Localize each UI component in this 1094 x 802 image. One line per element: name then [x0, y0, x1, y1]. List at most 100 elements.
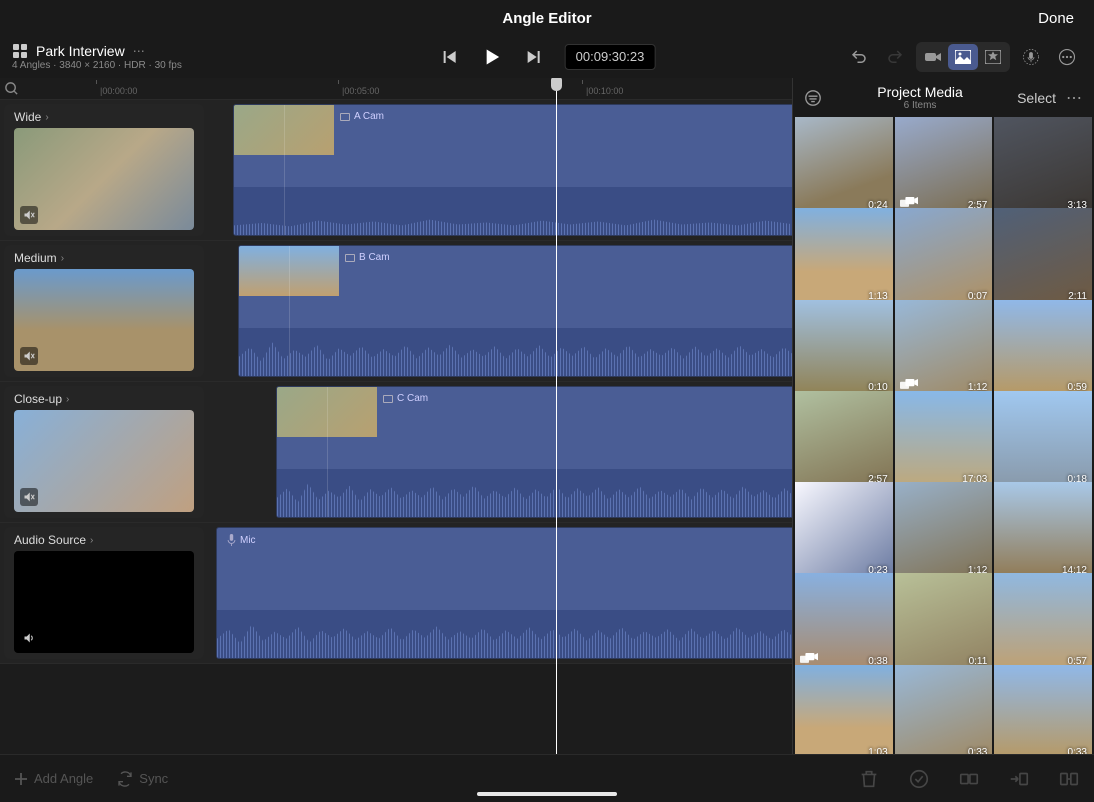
- redo-button[interactable]: [880, 44, 910, 70]
- ruler-mark: |00:05:00: [338, 78, 379, 99]
- waveform: [234, 187, 792, 235]
- overwrite-clip-icon[interactable]: [1058, 768, 1080, 790]
- angle-thumbnail: [14, 269, 194, 371]
- done-button[interactable]: Done: [1038, 10, 1074, 27]
- photo-view-button[interactable]: [948, 44, 978, 70]
- media-item[interactable]: 1:12: [895, 482, 993, 580]
- clip[interactable]: C Cam: [276, 386, 792, 518]
- angle-track[interactable]: A Cam: [208, 100, 792, 240]
- window-title: Angle Editor: [502, 10, 591, 27]
- project-info: Park Interview ⋯ 4 Angles · 3840 × 2160 …: [12, 43, 182, 71]
- camera-view-button[interactable]: [918, 44, 948, 70]
- angle-name[interactable]: Close-up ›: [14, 392, 194, 406]
- mute-icon[interactable]: [20, 488, 38, 506]
- media-item[interactable]: 0:24: [795, 117, 893, 215]
- media-grid: 0:242:573:131:130:072:110:101:120:592:57…: [793, 117, 1094, 754]
- toolbar: Park Interview ⋯ 4 Angles · 3840 × 2160 …: [0, 36, 1094, 78]
- angle-row-audio-source: Audio Source › Mic: [0, 523, 792, 664]
- clip[interactable]: A Cam: [233, 104, 792, 236]
- voiceover-button[interactable]: [1016, 44, 1046, 70]
- waveform: [239, 328, 792, 376]
- sidebar-header: Project Media 6 Items Select ⋯: [793, 78, 1094, 117]
- title-bar: Angle Editor Done: [0, 0, 1094, 36]
- angle-thumbnail: [14, 551, 194, 653]
- angle-track[interactable]: C Cam: [208, 382, 792, 522]
- angle-row-medium: Medium › B Cam: [0, 241, 792, 382]
- angle-thumbnail: [14, 410, 194, 512]
- speaker-icon[interactable]: [20, 629, 38, 647]
- media-item[interactable]: 0:10: [795, 300, 893, 398]
- sidebar-subtitle: 6 Items: [831, 100, 1009, 111]
- media-item[interactable]: 17:03: [895, 391, 993, 489]
- project-options-icon[interactable]: ⋯: [133, 44, 145, 58]
- home-indicator: [477, 792, 617, 796]
- media-item[interactable]: 0:57: [994, 573, 1092, 671]
- angle-track[interactable]: Mic: [208, 523, 792, 663]
- next-frame-button[interactable]: [523, 46, 545, 68]
- media-item[interactable]: 2:57: [795, 391, 893, 489]
- ruler-mark: |00:10:00: [582, 78, 623, 99]
- main-area: |00:00:00 |00:05:00 |00:10:00 Wide › A Cam…: [0, 78, 1094, 754]
- angle-header[interactable]: Medium ›: [4, 245, 204, 377]
- media-item[interactable]: 0:33: [895, 665, 993, 754]
- angle-header[interactable]: Audio Source ›: [4, 527, 204, 659]
- media-item[interactable]: 2:11: [994, 208, 1092, 306]
- clip[interactable]: B Cam: [238, 245, 792, 377]
- media-duration: 0:33: [1068, 747, 1087, 754]
- sidebar-more-icon[interactable]: ⋯: [1064, 88, 1084, 108]
- media-item[interactable]: 1:03: [795, 665, 893, 754]
- media-item[interactable]: 1:13: [795, 208, 893, 306]
- mute-icon[interactable]: [20, 347, 38, 365]
- more-options-button[interactable]: [1052, 44, 1082, 70]
- media-item[interactable]: 14:12: [994, 482, 1092, 580]
- ruler-mark: |00:00:00: [96, 78, 137, 99]
- favorites-view-button[interactable]: [978, 44, 1008, 70]
- angle-header[interactable]: Close-up ›: [4, 386, 204, 518]
- waveform: [217, 610, 792, 658]
- timeline-area[interactable]: |00:00:00 |00:05:00 |00:10:00 Wide › A Cam…: [0, 78, 792, 754]
- prev-frame-button[interactable]: [439, 46, 461, 68]
- angle-name[interactable]: Medium ›: [14, 251, 194, 265]
- media-duration: 0:33: [968, 747, 987, 754]
- media-duration: 1:03: [868, 747, 887, 754]
- media-item[interactable]: 0:11: [895, 573, 993, 671]
- sidebar-title: Project Media: [831, 84, 1009, 100]
- trash-icon[interactable]: [858, 768, 880, 790]
- media-sidebar: Project Media 6 Items Select ⋯ 0:242:573…: [792, 78, 1094, 754]
- angle-thumbnail: [14, 128, 194, 230]
- view-mode-group: [916, 42, 1010, 72]
- filter-icon[interactable]: [803, 88, 823, 108]
- clip-label: C Cam: [383, 393, 428, 404]
- angle-header[interactable]: Wide ›: [4, 104, 204, 236]
- play-button[interactable]: [481, 46, 503, 68]
- clip[interactable]: Mic: [216, 527, 792, 659]
- media-item[interactable]: 0:23: [795, 482, 893, 580]
- media-item[interactable]: 3:13: [994, 117, 1092, 215]
- add-angle-button[interactable]: Add Angle: [14, 771, 93, 786]
- transport-controls: 00:09:30:23: [439, 44, 656, 70]
- media-item[interactable]: 0:38: [795, 573, 893, 671]
- clip-label: A Cam: [340, 111, 384, 122]
- clip-label: Mic: [227, 534, 256, 546]
- mute-icon[interactable]: [20, 206, 38, 224]
- angle-row-wide: Wide › A Cam: [0, 100, 792, 241]
- split-clip-icon[interactable]: [958, 768, 980, 790]
- sync-button[interactable]: Sync: [117, 771, 168, 787]
- media-item[interactable]: 0:59: [994, 300, 1092, 398]
- select-button[interactable]: Select: [1017, 90, 1056, 106]
- enable-clip-icon[interactable]: [908, 768, 930, 790]
- media-item[interactable]: 0:07: [895, 208, 993, 306]
- media-item[interactable]: 0:33: [994, 665, 1092, 754]
- angle-name[interactable]: Wide ›: [14, 110, 194, 124]
- media-item[interactable]: 2:57: [895, 117, 993, 215]
- multiclip-grid-icon[interactable]: [12, 43, 28, 59]
- media-item[interactable]: 1:12: [895, 300, 993, 398]
- timeline-ruler[interactable]: |00:00:00 |00:05:00 |00:10:00: [0, 78, 792, 100]
- angle-name[interactable]: Audio Source ›: [14, 533, 194, 547]
- timecode-display[interactable]: 00:09:30:23: [565, 44, 656, 70]
- angle-track[interactable]: B Cam: [208, 241, 792, 381]
- undo-button[interactable]: [844, 44, 874, 70]
- media-item[interactable]: 0:18: [994, 391, 1092, 489]
- zoom-icon[interactable]: [4, 81, 19, 96]
- insert-clip-icon[interactable]: [1008, 768, 1030, 790]
